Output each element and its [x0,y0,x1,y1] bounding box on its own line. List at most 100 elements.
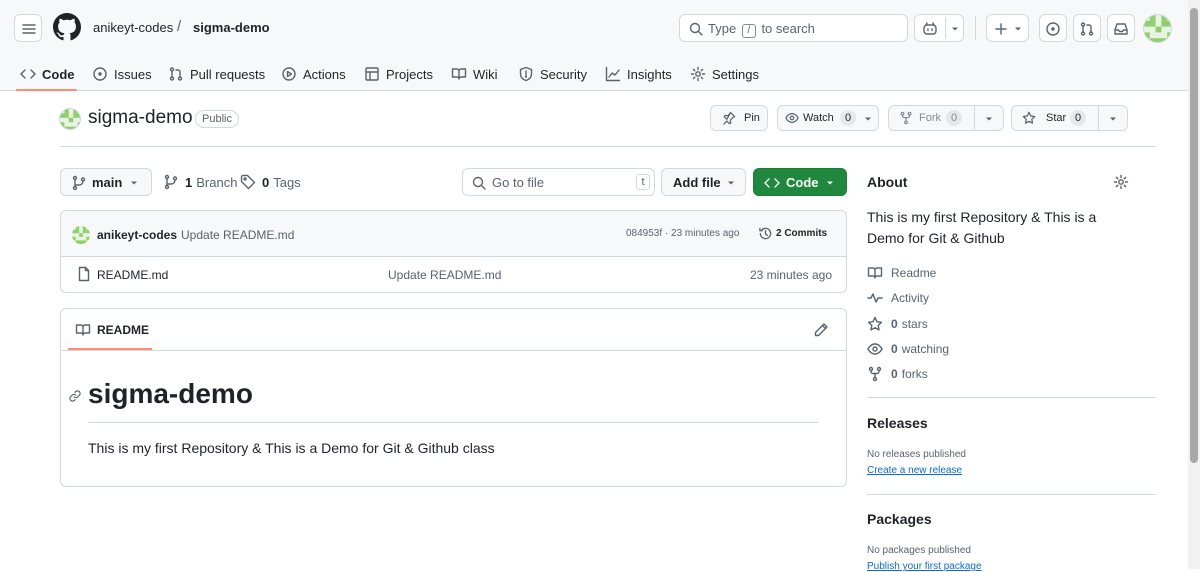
issue-icon [1046,22,1060,36]
tab-actions[interactable]: Actions [281,62,346,86]
readme-tab-label: README [97,323,150,337]
pull-request-icon [169,67,183,81]
file-commit-time: 23 minutes ago [749,268,832,282]
commit-hash-time[interactable]: 084953f · 23 minutes ago [626,228,739,239]
header-divider [975,16,976,40]
tab-pull-requests[interactable]: Pull requests [168,62,265,86]
create-release-link[interactable]: Create a new release [867,465,962,476]
fork-icon [868,366,882,382]
pin-icon [723,111,736,125]
plus-icon [995,23,1007,35]
tab-code-underline [16,89,77,91]
file-name[interactable]: README.md [97,268,168,282]
user-avatar[interactable] [1143,14,1172,43]
search-input[interactable]: Type / to search [679,14,908,42]
tab-issues[interactable]: Issues [92,62,152,86]
search-prefix: Type [708,21,737,36]
menu-button[interactable] [14,14,42,42]
file-commit-message[interactable]: Update README.md [388,268,501,282]
tab-wiki[interactable]: Wiki [451,62,498,86]
readme-link[interactable]: Readme [867,265,936,281]
issue-icon [93,67,107,81]
scrollbar-thumb[interactable] [1190,8,1198,463]
chevron-down-icon[interactable] [1107,113,1119,125]
pencil-icon[interactable] [813,322,829,338]
tab-insights[interactable]: Insights [605,62,672,86]
branch-count-label: Branch [196,174,238,190]
forks-link[interactable]: 0 forks [867,366,928,382]
branch-count: 1 [185,174,193,190]
readme-body: This is my first Repository & This is a … [88,440,495,456]
watch-button[interactable]: Watch 0 [777,105,879,131]
gear-icon[interactable] [1113,174,1129,190]
packages-heading[interactable]: Packages [867,511,932,527]
tag-icon [240,174,256,190]
forks-label: forks [901,367,928,381]
link-icon[interactable] [68,389,82,403]
search-icon [472,176,486,190]
repo-title[interactable]: sigma-demo [88,107,193,129]
table-row[interactable]: README.md Update README.md 23 minutes ag… [61,257,846,292]
star-button[interactable]: Star 0 [1011,105,1128,131]
github-logo-icon[interactable] [53,13,81,41]
activity-link[interactable]: Activity [867,290,929,306]
pull-requests-button[interactable] [1073,14,1101,42]
inbox-button[interactable] [1107,14,1135,42]
star-label: Star [1046,112,1067,124]
pull-request-icon [1080,22,1094,36]
fork-label: Fork [919,112,941,124]
tab-code[interactable]: Code [20,62,75,86]
latest-commit-row: anikeyt-codes Update README.md 084953f ·… [61,211,846,257]
commits-link[interactable]: 2 Commits [758,226,827,241]
chevron-down-icon[interactable] [983,113,995,125]
star-icon [1022,111,1036,124]
issues-button[interactable] [1039,14,1067,42]
tab-settings[interactable]: Settings [690,62,759,86]
commit-message[interactable]: Update README.md [181,228,294,242]
breadcrumb-repo[interactable]: sigma-demo [193,20,270,35]
tab-actions-label: Actions [303,66,346,82]
shield-icon [519,66,533,82]
tab-issues-label: Issues [114,66,152,82]
copilot-button[interactable] [914,14,964,42]
tab-security[interactable]: Security [518,62,587,86]
commit-author-avatar[interactable] [72,226,90,244]
play-icon [282,67,296,81]
tab-insights-label: Insights [627,66,672,82]
commit-author[interactable]: anikeyt-codes [97,228,177,242]
watch-label: Watch [803,112,834,124]
table-icon [365,67,379,81]
gear-icon [690,66,706,82]
hamburger-icon [22,24,36,34]
search-shortcut-key: / [741,24,756,38]
breadcrumb-owner[interactable]: anikeyt-codes [93,20,173,35]
page-scrollbar[interactable] [1188,0,1200,569]
branches-link[interactable]: 1 Branch [163,174,237,190]
publish-package-link[interactable]: Publish your first package [867,561,982,572]
history-icon [759,227,772,240]
commits-count: 2 Commits [776,228,828,239]
releases-heading[interactable]: Releases [867,415,928,431]
code-button[interactable]: Code [753,168,847,196]
create-new-button[interactable] [986,14,1029,42]
about-heading: About [867,174,908,190]
tags-link[interactable]: 0 Tags [240,174,301,190]
add-file-button[interactable]: Add file [661,168,746,196]
file-table: anikeyt-codes Update README.md 084953f ·… [60,210,847,293]
pin-label: Pin [744,112,760,124]
stars-link[interactable]: 0 stars [867,316,928,332]
inbox-icon [1114,23,1128,35]
pin-button[interactable]: Pin [710,105,768,131]
tab-projects[interactable]: Projects [364,62,433,86]
branch-selector[interactable]: main [60,168,152,196]
repo-owner-avatar[interactable] [59,108,81,130]
go-to-file-input[interactable]: Go to file t [462,168,655,196]
forks-count: 0 [891,367,898,381]
readme-tab[interactable]: README [75,322,149,338]
watching-link[interactable]: 0 watching [867,341,949,357]
pulse-icon [867,293,883,303]
tag-count-label: Tags [273,174,301,190]
code-icon [20,69,36,79]
eye-icon [785,113,799,123]
fork-button[interactable]: Fork 0 [888,105,1004,131]
